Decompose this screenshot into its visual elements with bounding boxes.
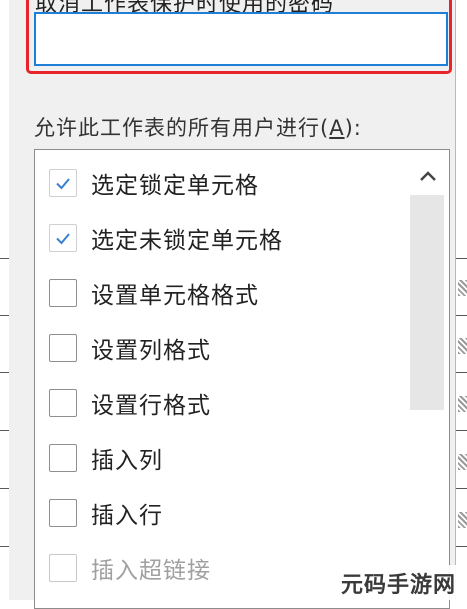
checkbox[interactable] (49, 389, 77, 417)
checkbox[interactable] (49, 224, 77, 252)
permission-item[interactable]: 设置行格式 (35, 377, 405, 429)
checkbox[interactable] (49, 169, 77, 197)
checkbox[interactable] (49, 279, 77, 307)
permission-item[interactable]: 选定未锁定单元格 (35, 212, 405, 264)
permission-label: 设置列格式 (91, 338, 211, 364)
permissions-list[interactable]: 选定锁定单元格 选定未锁定单元格 设置单元格格式 设置列格式 设置行格式 插入列… (34, 149, 450, 609)
allow-users-label: 允许此工作表的所有用户进行(A): (34, 112, 362, 142)
permission-label: 插入列 (91, 448, 163, 474)
checkbox[interactable] (49, 554, 77, 582)
permission-label: 设置单元格格式 (91, 283, 259, 309)
scroll-up-button[interactable] (415, 165, 441, 187)
permission-item[interactable]: 设置列格式 (35, 322, 405, 374)
permission-label: 选定锁定单元格 (91, 173, 259, 199)
permission-item[interactable]: 插入列 (35, 432, 405, 484)
permission-label: 插入行 (91, 503, 163, 529)
checkmark-icon (56, 233, 70, 245)
allow-label-suffix: ): (344, 116, 362, 140)
permission-label: 插入超链接 (91, 558, 211, 584)
permission-item[interactable]: 插入行 (35, 487, 405, 539)
permission-label: 选定未锁定单元格 (91, 228, 283, 254)
permission-label: 设置行格式 (91, 393, 211, 419)
password-input[interactable] (34, 12, 448, 66)
scrollbar-thumb[interactable] (410, 195, 444, 410)
permission-item[interactable]: 选定锁定单元格 (35, 157, 405, 209)
allow-label-accesskey: A (329, 116, 345, 140)
checkbox[interactable] (49, 444, 77, 472)
spreadsheet-right-edge (455, 0, 467, 600)
allow-label-prefix: 允许此工作表的所有用户进行( (34, 116, 330, 140)
checkbox[interactable] (49, 499, 77, 527)
watermark: 元码手游网 (330, 565, 467, 600)
protect-sheet-dialog: 取消工作表保护时使用的密码 允许此工作表的所有用户进行(A): 选定锁定单元格 … (9, 0, 455, 609)
checkmark-icon (56, 178, 70, 190)
permission-item[interactable]: 设置单元格格式 (35, 267, 405, 319)
chevron-up-icon (420, 171, 436, 181)
checkbox[interactable] (49, 334, 77, 362)
